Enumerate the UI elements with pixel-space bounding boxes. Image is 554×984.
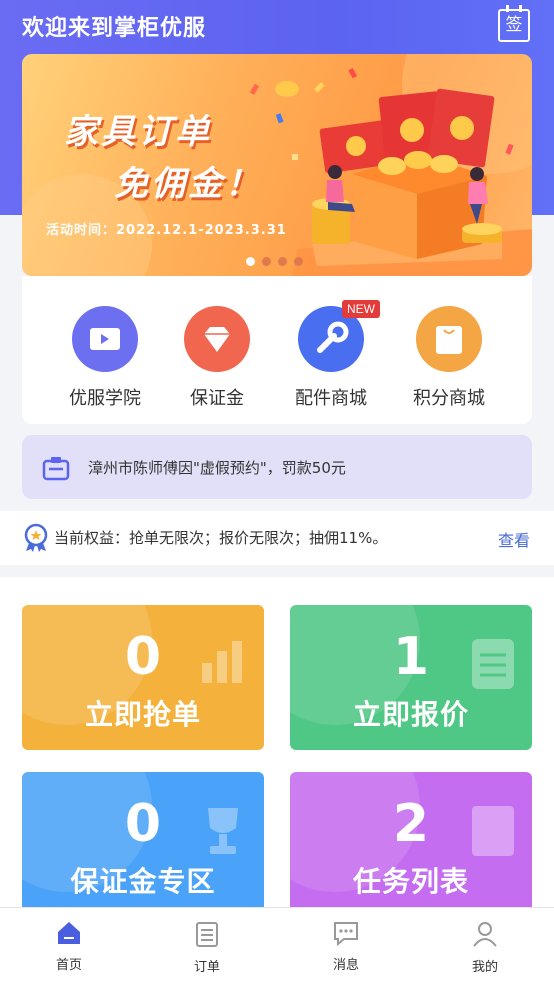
- quick-item-points-mall[interactable]: 积分商城: [394, 306, 504, 410]
- new-badge: NEW: [342, 300, 380, 318]
- notice-icon: [42, 457, 70, 481]
- diamond-icon: [184, 306, 250, 372]
- quick-item-label: 积分商城: [413, 388, 485, 409]
- quick-item-deposit[interactable]: 保证金: [162, 306, 272, 410]
- grab-order-card[interactable]: 0 立即抢单: [22, 605, 264, 750]
- rights-text: 当前权益：抢单无限次；报价无限次；抽佣11%。: [54, 529, 388, 547]
- card-label: 立即报价: [352, 698, 469, 731]
- award-icon: [24, 523, 48, 552]
- rights-bar: 当前权益：抢单无限次；报价无限次；抽佣11%。 查看: [0, 511, 554, 565]
- tab-label: 消息: [332, 958, 359, 973]
- sign-in-button[interactable]: 签: [498, 5, 530, 42]
- carousel-dot[interactable]: [262, 257, 271, 266]
- card-label: 立即抢单: [84, 698, 201, 731]
- app-title: 欢迎来到掌柜优服: [22, 16, 207, 41]
- quick-item-label: 配件商城: [295, 388, 367, 409]
- task-list-card[interactable]: 2 任务列表: [290, 772, 532, 917]
- card-count: 1: [392, 627, 430, 687]
- card-count: 0: [124, 627, 162, 687]
- tab-label: 我的: [471, 960, 498, 975]
- header: 欢迎来到掌柜优服 签: [0, 0, 554, 52]
- deposit-zone-card[interactable]: 0 保证金专区: [22, 772, 264, 917]
- carousel-dot[interactable]: [246, 257, 255, 266]
- notice-text: 漳州市陈师傅因"虚假预约"，罚款50元: [88, 459, 346, 477]
- carousel-dot[interactable]: [278, 257, 287, 266]
- notice-bar[interactable]: 漳州市陈师傅因"虚假预约"，罚款50元: [22, 435, 532, 499]
- user-icon: [473, 922, 497, 947]
- bottom-tab-bar: 首页 订单 消息 我的: [0, 907, 554, 984]
- tab-orders[interactable]: 订单: [167, 920, 247, 975]
- message-icon: [334, 922, 358, 947]
- card-label: 任务列表: [352, 865, 469, 898]
- quick-item-label: 保证金: [190, 388, 244, 409]
- quote-card[interactable]: 1 立即报价: [290, 605, 532, 750]
- quick-item-parts-mall[interactable]: 配件商城: [276, 306, 386, 410]
- video-book-icon: [72, 306, 138, 372]
- card-count: 0: [124, 794, 162, 854]
- clipboard-icon: [196, 922, 218, 947]
- banner-illustration: [22, 54, 532, 276]
- card-label: 保证金专区: [70, 865, 216, 898]
- tab-messages[interactable]: 消息: [306, 920, 386, 973]
- banner-title-line1: 家具订单: [64, 112, 212, 152]
- promo-banner[interactable]: 家具订单 免佣金！ 活动时间：2022.12.1-2023.3.31: [22, 54, 532, 276]
- tab-profile[interactable]: 我的: [445, 920, 525, 975]
- home-icon: [58, 922, 80, 944]
- banner-title-line2: 免佣金！: [114, 164, 262, 204]
- view-rights-link[interactable]: 查看: [498, 527, 530, 551]
- banner-date: 活动时间：2022.12.1-2023.3.31: [46, 223, 287, 238]
- quick-menu: 优服学院 保证金 配件商城 NEW 积分商城: [22, 276, 532, 424]
- tab-label: 订单: [193, 960, 220, 975]
- carousel-dots: [246, 257, 303, 266]
- tab-label: 首页: [55, 958, 82, 973]
- tab-home[interactable]: 首页: [29, 920, 109, 973]
- card-count: 2: [392, 794, 430, 854]
- shopping-bag-icon: [416, 306, 482, 372]
- quick-item-academy[interactable]: 优服学院: [50, 306, 160, 410]
- carousel-dot[interactable]: [294, 257, 303, 266]
- quick-item-label: 优服学院: [69, 388, 141, 409]
